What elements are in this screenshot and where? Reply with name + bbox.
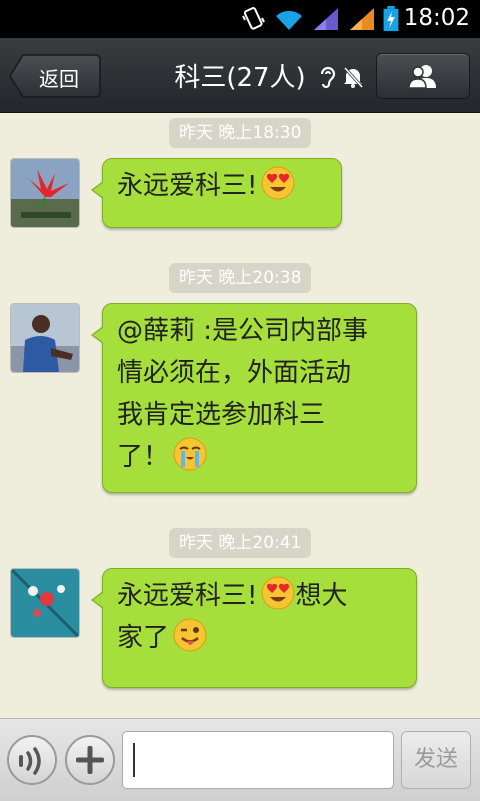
- more-options-button[interactable]: [65, 735, 115, 785]
- send-button[interactable]: 发送: [401, 731, 471, 789]
- group-members-icon: [408, 65, 436, 89]
- heart-eyes-emoji-icon: [261, 576, 295, 610]
- text-cursor: [133, 743, 135, 777]
- avatar[interactable]: [10, 568, 80, 638]
- title-bar: 返回 科三(27人): [0, 38, 480, 113]
- message-text-line: @薛莉 :是公司内部事: [117, 316, 369, 346]
- status-bar: 18:02: [0, 0, 480, 38]
- plus-icon: [76, 746, 104, 774]
- signal-2-icon: [350, 8, 374, 30]
- timestamp-badge: 昨天 晚上20:38: [169, 263, 312, 293]
- battery-charging-icon: [383, 6, 399, 32]
- message-text: 永远爱科三!: [117, 581, 258, 611]
- tongue-wink-emoji-icon: [173, 618, 207, 652]
- message-text: 永远爱科三!: [117, 171, 258, 201]
- voice-icon: [19, 747, 41, 775]
- timestamp-badge: 昨天 晚上20:41: [169, 528, 312, 558]
- status-time: 18:02: [403, 5, 470, 31]
- message-bubble[interactable]: @薛莉 :是公司内部事 情必须在，外面活动 我肯定选参加科三 了！: [91, 303, 417, 493]
- timestamp-badge: 昨天 晚上18:30: [169, 118, 312, 148]
- avatar[interactable]: [10, 158, 80, 228]
- voice-toggle-button[interactable]: [7, 735, 57, 785]
- message-bubble[interactable]: 永远爱科三! 想大 家了: [91, 568, 417, 688]
- message-text: 家了: [117, 623, 170, 653]
- message-text-line: 了！: [117, 442, 170, 472]
- wifi-icon: [276, 10, 302, 30]
- chat-title: 科三(27人): [174, 63, 306, 93]
- chat-area[interactable]: 昨天 晚上18:30 永远爱科三! 昨天 晚上20:38 @薛莉 :是公司内部事…: [0, 112, 480, 718]
- heart-eyes-emoji-icon: [261, 166, 295, 200]
- crying-emoji-icon: [173, 437, 207, 471]
- message-input[interactable]: [122, 731, 394, 789]
- earpiece-mode-icon[interactable]: [318, 65, 338, 89]
- group-members-button[interactable]: [376, 53, 470, 99]
- message-text: 想大: [295, 581, 348, 611]
- message-text-line: 情必须在，外面活动: [117, 358, 352, 388]
- input-bar: 发送: [0, 718, 480, 801]
- vibrate-icon: [242, 7, 265, 30]
- avatar[interactable]: [10, 303, 80, 373]
- message-text-line: 我肯定选参加科三: [117, 400, 326, 430]
- message-bubble[interactable]: 永远爱科三!: [91, 158, 342, 228]
- mute-notifications-icon: [343, 66, 364, 89]
- signal-1-icon: [314, 8, 338, 30]
